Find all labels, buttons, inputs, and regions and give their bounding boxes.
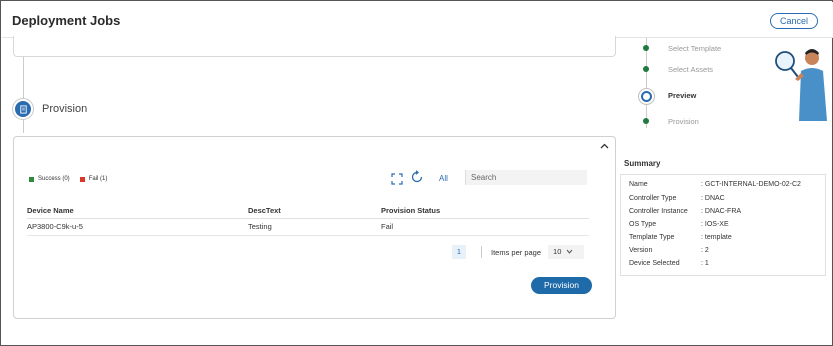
step-dot-complete (643, 118, 649, 124)
summary-row: OS Type : IOS-XE (629, 221, 729, 228)
summary-key: OS Type (629, 221, 657, 228)
step-dot-complete (643, 45, 649, 51)
summary-panel: Summary Name : GCT-INTERNAL-DEMO-02-C2 C… (620, 151, 826, 276)
items-per-page-value: 10 (553, 247, 562, 256)
cancel-button[interactable]: Cancel (770, 13, 818, 29)
summary-title: Summary (624, 159, 661, 168)
steps-line (646, 38, 647, 128)
provision-section-icon (12, 98, 34, 120)
step-dot-complete (643, 66, 649, 72)
pagination-divider (481, 246, 482, 258)
summary-value: : DNAC (701, 195, 725, 202)
step-active-icon (638, 88, 655, 105)
step-provision[interactable]: Provision (668, 117, 699, 126)
table-row[interactable]: AP3800-C9k-u-5 Testing Fail (27, 218, 589, 236)
items-per-page-select[interactable]: 10 (548, 245, 585, 259)
timeline-line (23, 57, 24, 133)
step-select-assets[interactable]: Select Assets (668, 65, 713, 74)
provision-card: Success (0) Fail (1) All De (13, 136, 616, 319)
legend-fail: Fail (1) (88, 176, 108, 182)
summary-value: : DNAC-FRA (701, 208, 742, 215)
header-bar: Deployment Jobs Cancel (2, 2, 833, 38)
summary-value: : IOS-XE (701, 221, 729, 228)
summary-row: Name : GCT-INTERNAL-DEMO-02-C2 (629, 181, 801, 188)
status-legend: Success (0) Fail (1) (29, 176, 107, 182)
cell-provision-status: Fail (381, 218, 589, 236)
column-header-device-name[interactable]: Device Name (27, 203, 248, 219)
summary-key: Template Type (629, 234, 675, 241)
app-frame: Deployment Jobs Cancel Provision Success… (0, 0, 833, 346)
summary-box: Name : GCT-INTERNAL-DEMO-02-C2 Controlle… (620, 174, 826, 276)
chevron-down-icon (566, 245, 573, 259)
summary-value: : template (701, 234, 732, 241)
summary-value: : 2 (701, 247, 709, 254)
table-header-row: Device Name DescText Provision Status (27, 203, 589, 219)
search-input[interactable] (465, 170, 587, 185)
section-title: Provision (42, 103, 88, 115)
provision-button[interactable]: Provision (531, 277, 592, 294)
items-per-page-label: Items per page (491, 247, 542, 257)
step-select-template[interactable]: Select Template (668, 44, 721, 53)
cell-device-name: AP3800-C9k-u-5 (27, 218, 248, 236)
summary-value: : 1 (701, 260, 709, 267)
main-panel: Provision Success (0) Fail (1) All Searc… (2, 36, 616, 338)
summary-key: Device Selected (629, 260, 680, 267)
page-title: Deployment Jobs (12, 13, 121, 28)
filter-all-link[interactable]: All (439, 174, 448, 183)
step-preview[interactable]: Preview (668, 91, 696, 100)
pagination: 1 Items per page 10 (452, 245, 585, 259)
previous-section-card (13, 36, 616, 57)
summary-row: Device Selected : 1 (629, 260, 709, 267)
summary-key: Controller Instance (629, 208, 688, 215)
fail-swatch (79, 176, 85, 182)
summary-value: : GCT-INTERNAL-DEMO-02-C2 (701, 181, 801, 188)
summary-key: Version (629, 247, 653, 254)
success-swatch (29, 176, 34, 182)
summary-row: Template Type : template (629, 234, 732, 241)
column-header-provision-status[interactable]: Provision Status (381, 203, 589, 219)
page-number-button[interactable]: 1 (452, 245, 466, 259)
column-header-desctext[interactable]: DescText (248, 203, 381, 219)
expand-icon[interactable] (391, 172, 403, 185)
summary-key: Name (629, 181, 648, 188)
summary-row: Controller Type : DNAC (629, 195, 725, 202)
summary-row: Controller Instance : DNAC-FRA (629, 208, 741, 215)
cell-desctext: Testing (248, 218, 381, 236)
person-with-magnifier-illustration (771, 41, 831, 121)
summary-row: Version : 2 (629, 247, 709, 254)
chevron-up-icon[interactable] (600, 141, 609, 151)
refresh-icon[interactable] (410, 170, 424, 184)
summary-key: Controller Type (629, 195, 677, 202)
devices-table: Device Name DescText Provision Status AP… (27, 203, 589, 236)
legend-success: Success (0) (38, 176, 70, 182)
